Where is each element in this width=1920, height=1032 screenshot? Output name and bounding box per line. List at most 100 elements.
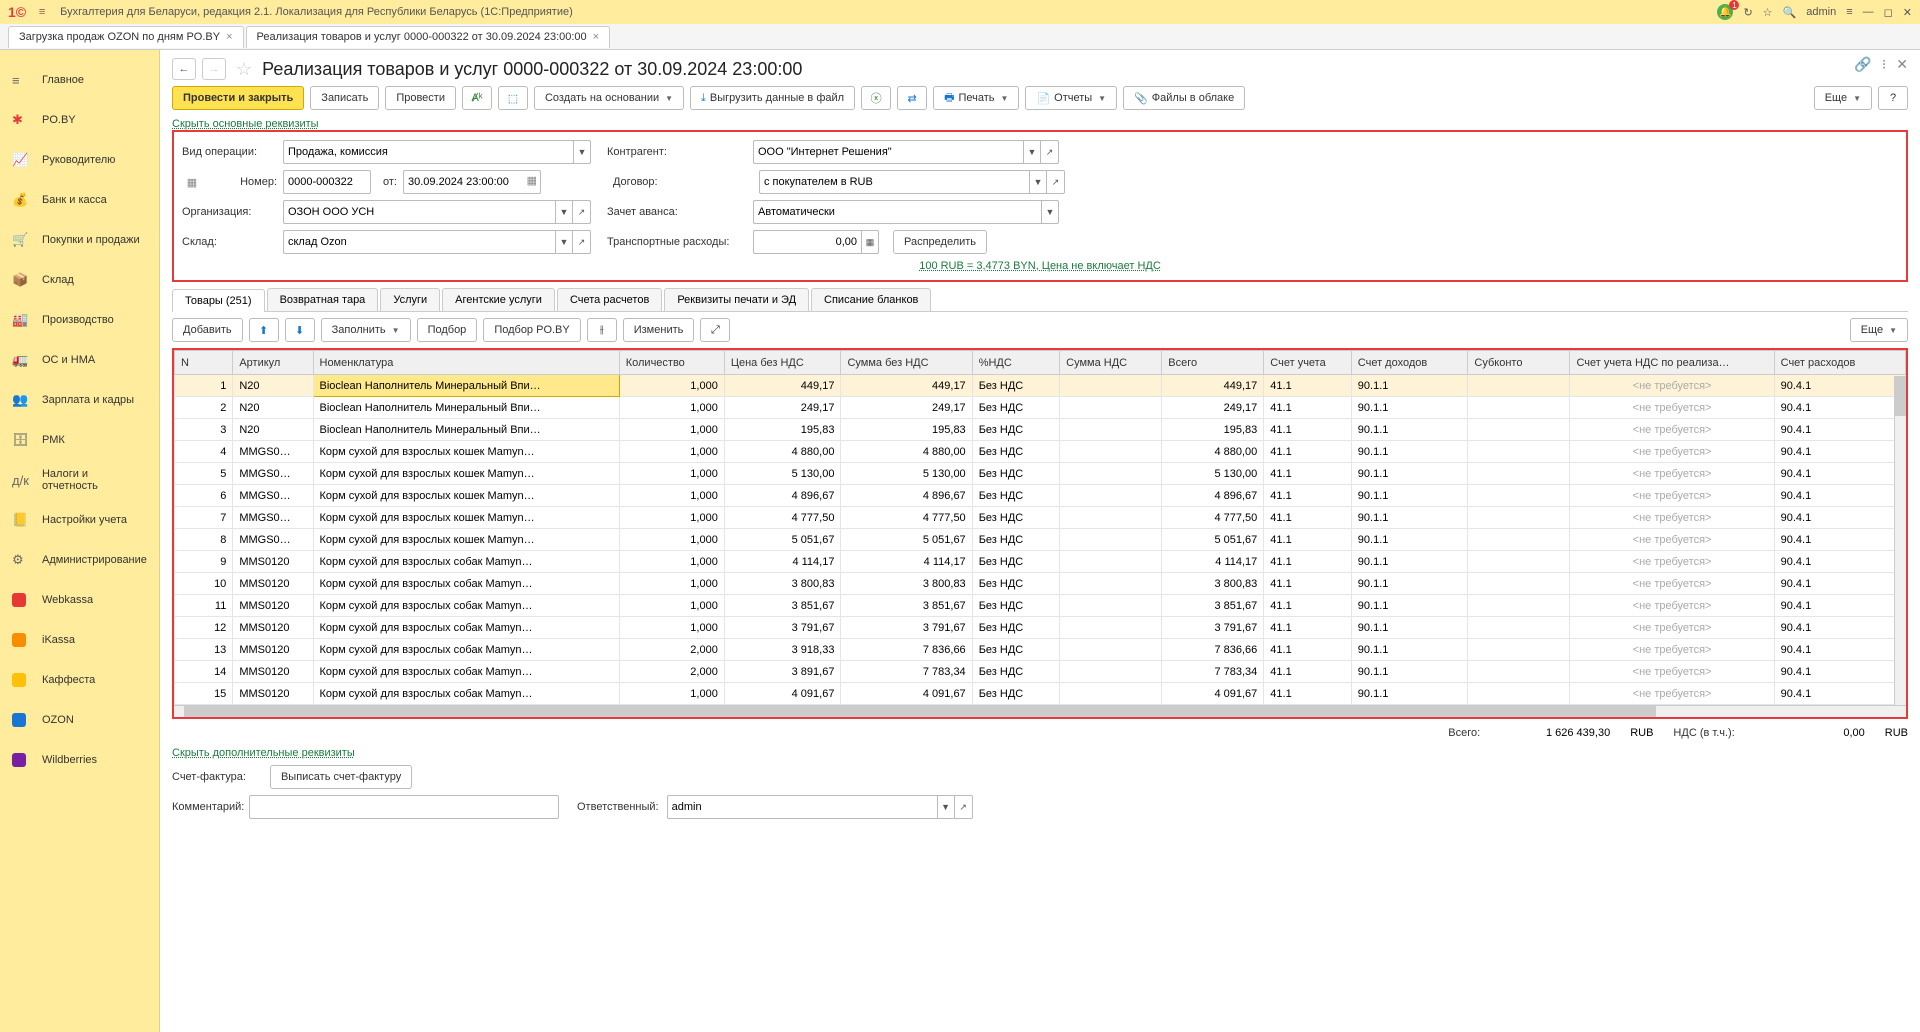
cell[interactable] (1060, 397, 1162, 419)
org-input[interactable] (283, 200, 555, 224)
v-scrollbar[interactable] (1894, 376, 1906, 705)
col-header[interactable]: Счет учета НДС по реализа… (1570, 351, 1774, 375)
cell[interactable]: 4 114,17 (724, 551, 841, 573)
cell[interactable]: 41.1 (1264, 573, 1351, 595)
dropdown-icon[interactable]: ▼ (555, 200, 573, 224)
cell[interactable]: 90.1.1 (1351, 551, 1468, 573)
cell[interactable]: <не требуется> (1570, 441, 1774, 463)
cell[interactable]: 1,000 (619, 507, 724, 529)
calc-icon[interactable]: ▦ (861, 230, 879, 254)
cell[interactable] (1060, 419, 1162, 441)
table-row[interactable]: 3N20Bioclean Наполнитель Минеральный Впи… (175, 419, 1906, 441)
cell[interactable]: MMGS0… (233, 529, 313, 551)
cell[interactable]: 4 896,67 (724, 485, 841, 507)
cell[interactable]: 449,17 (1162, 375, 1264, 397)
sidebar-item-ozon[interactable]: OZON (0, 700, 159, 740)
table-row[interactable]: 15MMS0120Корм сухой для взрослых собак M… (175, 683, 1906, 705)
help-button[interactable]: ? (1878, 86, 1908, 110)
cell[interactable]: 1,000 (619, 375, 724, 397)
table-row[interactable]: 4MMGS0…Корм сухой для взрослых кошек Mam… (175, 441, 1906, 463)
col-header[interactable]: Счет доходов (1351, 351, 1468, 375)
cell[interactable]: 6 (175, 485, 233, 507)
cell[interactable]: 4 880,00 (841, 441, 972, 463)
tab-1[interactable]: Загрузка продаж OZON по дням PO.BY × (8, 26, 244, 48)
close-doc-icon[interactable]: ✕ (1896, 56, 1908, 73)
write-button[interactable]: Записать (310, 86, 379, 110)
cell[interactable]: 90.4.1 (1774, 397, 1905, 419)
cell[interactable]: Без НДС (972, 507, 1059, 529)
col-header[interactable]: Всего (1162, 351, 1264, 375)
cell[interactable]: 1,000 (619, 485, 724, 507)
comment-input[interactable] (249, 795, 559, 819)
cell[interactable]: 2 (175, 397, 233, 419)
cell[interactable]: 195,83 (724, 419, 841, 441)
barcode-button[interactable]: ⫲ (587, 318, 617, 342)
calendar-icon[interactable]: ▦ (527, 174, 537, 187)
cell[interactable]: MMS0120 (233, 683, 313, 705)
structure-button[interactable]: ⬚ (498, 86, 528, 110)
cell[interactable]: 249,17 (724, 397, 841, 419)
table-row[interactable]: 12MMS0120Корм сухой для взрослых собак M… (175, 617, 1906, 639)
cell[interactable]: 3 851,67 (841, 595, 972, 617)
hide-extra-link[interactable]: Скрыть дополнительные реквизиты (172, 747, 355, 759)
tab-services[interactable]: Услуги (380, 288, 440, 311)
dt-kt-button[interactable]: Ⱥᵏ (462, 86, 492, 110)
cell[interactable]: 4 091,67 (724, 683, 841, 705)
col-header[interactable]: Счет учета (1264, 351, 1351, 375)
cell[interactable]: 90.4.1 (1774, 551, 1905, 573)
tab-agent[interactable]: Агентские услуги (442, 288, 555, 311)
op-type-input[interactable] (283, 140, 573, 164)
table-row[interactable]: 10MMS0120Корм сухой для взрослых собак M… (175, 573, 1906, 595)
tab-2[interactable]: Реализация товаров и услуг 0000-000322 о… (246, 26, 611, 48)
sidebar-item-zp[interactable]: 👥Зарплата и кадры (0, 380, 159, 420)
cloud-button[interactable]: 📎Файлы в облаке (1123, 86, 1245, 110)
sidebar-item-main[interactable]: ≡Главное (0, 60, 159, 100)
cell[interactable]: 7 (175, 507, 233, 529)
cell[interactable]: 3 791,67 (1162, 617, 1264, 639)
dropdown-icon[interactable]: ▼ (937, 795, 955, 819)
cell[interactable]: MMS0120 (233, 617, 313, 639)
dropdown-icon[interactable]: ▼ (573, 140, 591, 164)
cell[interactable]: <не требуется> (1570, 419, 1774, 441)
cell[interactable]: 41.1 (1264, 463, 1351, 485)
cell[interactable]: 4 (175, 441, 233, 463)
cell[interactable]: Bioclean Наполнитель Минеральный Впи… (313, 375, 619, 397)
cell[interactable]: 4 777,50 (841, 507, 972, 529)
cell[interactable]: 90.1.1 (1351, 441, 1468, 463)
cell[interactable]: 9 (175, 551, 233, 573)
cell[interactable]: <не требуется> (1570, 661, 1774, 683)
wh-input[interactable] (283, 230, 555, 254)
sidebar-item-prod[interactable]: 🏭Производство (0, 300, 159, 340)
cell[interactable]: 3 891,67 (724, 661, 841, 683)
col-header[interactable]: N (175, 351, 233, 375)
cell[interactable]: <не требуется> (1570, 375, 1774, 397)
cell[interactable]: 41.1 (1264, 441, 1351, 463)
cell[interactable] (1468, 463, 1570, 485)
cell[interactable]: 7 836,66 (1162, 639, 1264, 661)
sidebar-item-poby[interactable]: ✱PO.BY (0, 100, 159, 140)
sf-button[interactable]: Выписать счет-фактуру (270, 765, 412, 789)
sidebar-item-admin[interactable]: ⚙Администрирование (0, 540, 159, 580)
cell[interactable]: 90.1.1 (1351, 463, 1468, 485)
cell[interactable]: Корм сухой для взрослых кошек Mamyn… (313, 507, 619, 529)
sidebar-item-tax[interactable]: д/кНалоги и отчетность (0, 460, 159, 500)
cell[interactable]: 4 880,00 (1162, 441, 1264, 463)
cell[interactable]: 3 851,67 (1162, 595, 1264, 617)
cell[interactable]: <не требуется> (1570, 683, 1774, 705)
close-icon[interactable]: × (226, 31, 232, 43)
cell[interactable]: N20 (233, 397, 313, 419)
restore-icon[interactable]: ◻ (1884, 6, 1893, 19)
cell[interactable]: 10 (175, 573, 233, 595)
cell[interactable]: 5 130,00 (724, 463, 841, 485)
rate-link[interactable]: 100 RUB = 3,4773 BYN, Цена не включает Н… (919, 260, 1161, 272)
cell[interactable] (1060, 485, 1162, 507)
cell[interactable]: 1,000 (619, 683, 724, 705)
col-header[interactable]: Сумма НДС (1060, 351, 1162, 375)
cell[interactable]: 90.1.1 (1351, 661, 1468, 683)
cell[interactable]: Без НДС (972, 617, 1059, 639)
cell[interactable] (1468, 683, 1570, 705)
cell[interactable]: 3 791,67 (724, 617, 841, 639)
cell[interactable]: <не требуется> (1570, 573, 1774, 595)
expand-button[interactable]: ⤢ (700, 318, 730, 342)
cell[interactable]: 90.1.1 (1351, 617, 1468, 639)
